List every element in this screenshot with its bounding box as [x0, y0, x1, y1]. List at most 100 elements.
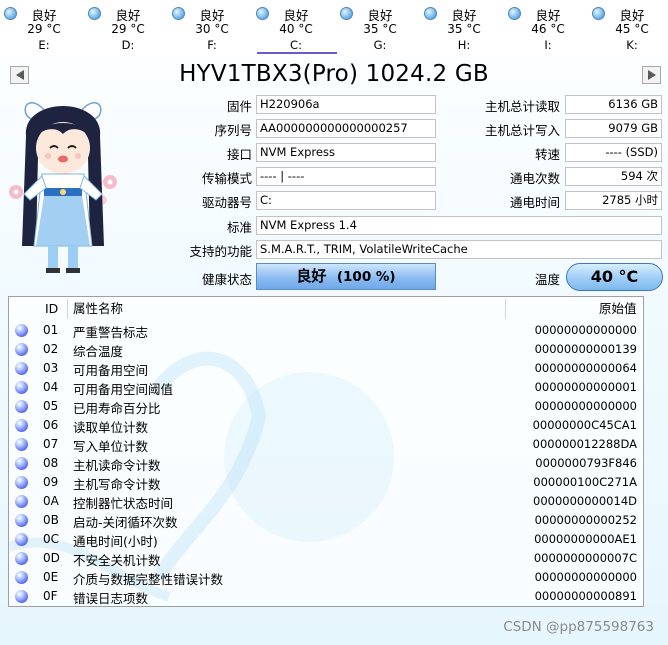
- attribute-raw-value: 00000000000000: [534, 399, 637, 413]
- status-good-icon: [15, 457, 28, 470]
- attribute-id: 0D: [43, 551, 60, 565]
- attribute-id: 0C: [43, 532, 60, 546]
- attribute-id: 01: [43, 323, 59, 337]
- attribute-id: 05: [43, 399, 59, 413]
- table-row[interactable]: 04 可用备用空间阈值 00000000000001: [9, 378, 643, 397]
- attribute-name: 启动-关闭循环次数: [73, 515, 178, 530]
- table-row[interactable]: 03 可用备用空间 00000000000064: [9, 359, 643, 378]
- drive-title: HYV1TBX3(Pro) 1024.2 GB: [179, 61, 489, 87]
- column-divider: [505, 299, 506, 319]
- standard-value: NVM Express 1.4: [256, 216, 662, 235]
- health-status-button[interactable]: 良好 (100 %): [256, 263, 436, 290]
- drive-temp: 35 °C: [447, 22, 481, 36]
- attribute-name: 主机写命令计数: [73, 477, 161, 492]
- attribute-name: 介质与数据完整性错误计数: [73, 572, 224, 587]
- watermark: CSDN @pp875598763: [503, 619, 654, 635]
- health-good-icon: [4, 7, 17, 20]
- table-row[interactable]: 05 已用寿命百分比 00000000000000: [9, 397, 643, 416]
- table-row[interactable]: 02 综合温度 00000000000139: [9, 340, 643, 359]
- drive-letter: K:: [626, 38, 638, 52]
- table-row[interactable]: 09 主机写命令计数 000000100C271A: [9, 473, 643, 492]
- attribute-raw-value: 0000000000014D: [533, 494, 637, 508]
- attribute-name: 写入单位计数: [73, 439, 149, 454]
- attribute-raw-value: 00000000000891: [534, 589, 637, 603]
- table-row[interactable]: 0E 介质与数据完整性错误计数 00000000000000: [9, 568, 643, 587]
- attribute-id: 03: [43, 361, 59, 375]
- drive-tab-c[interactable]: 良好 40 °C C:: [252, 0, 337, 56]
- attribute-id: 08: [43, 456, 59, 470]
- table-row[interactable]: 0B 启动-关闭循环次数 00000000000252: [9, 511, 643, 530]
- next-drive-button[interactable]: [642, 66, 661, 84]
- status-good-icon: [15, 514, 28, 527]
- host-writes-label: 主机总计写入: [484, 123, 560, 138]
- attribute-name: 主机读命令计数: [73, 458, 161, 473]
- table-row[interactable]: 0F 错误日志项数 00000000000891: [9, 587, 643, 606]
- drive-letter: D:: [121, 38, 135, 52]
- drive-letter: H:: [457, 38, 471, 52]
- drive-tab-k[interactable]: 良好 45 °C K:: [588, 0, 668, 56]
- attribute-name: 读取单位计数: [73, 420, 149, 435]
- attribute-raw-value: 0000000000007C: [533, 551, 637, 565]
- health-good-icon: [424, 7, 437, 20]
- host-reads-label: 主机总计读取: [484, 99, 560, 114]
- health-percent: (100 %): [336, 269, 396, 285]
- attribute-name: 不安全关机计数: [73, 553, 161, 568]
- status-good-icon: [15, 476, 28, 489]
- features-value: S.M.A.R.T., TRIM, VolatileWriteCache: [256, 240, 662, 259]
- column-header-raw[interactable]: 原始值: [599, 297, 637, 321]
- attribute-name: 错误日志项数: [73, 591, 149, 606]
- drive-tab-g[interactable]: 良好 35 °C G:: [336, 0, 420, 56]
- temperature-value: 40 °C: [590, 267, 639, 286]
- temperature-label: 温度: [534, 272, 560, 287]
- temperature-button[interactable]: 40 °C: [566, 263, 663, 291]
- drive-tab-f[interactable]: 良好 30 °C F:: [168, 0, 252, 56]
- transfer-mode-label: 传输模式: [201, 171, 252, 186]
- column-divider: [67, 299, 68, 319]
- status-good-icon: [15, 419, 28, 432]
- health-label: 健康状态: [201, 272, 252, 287]
- attribute-raw-value: 00000000000000: [534, 323, 637, 337]
- attribute-id: 06: [43, 418, 59, 432]
- column-header-name[interactable]: 属性名称: [73, 297, 123, 321]
- attribute-name: 严重警告标志: [73, 325, 149, 340]
- attribute-raw-value: 00000000000001: [534, 380, 637, 394]
- drive-tab-h[interactable]: 良好 35 °C H:: [420, 0, 504, 56]
- mascot-illustration: [9, 102, 117, 273]
- table-row[interactable]: 08 主机读命令计数 0000000793F846: [9, 454, 643, 473]
- drive-tab-d[interactable]: 良好 29 °C D:: [84, 0, 168, 56]
- status-good-icon: [15, 438, 28, 451]
- status-good-icon: [15, 381, 28, 394]
- health-good-icon: [256, 7, 269, 20]
- column-header-id[interactable]: ID: [45, 297, 58, 321]
- table-row[interactable]: 01 严重警告标志 00000000000000: [9, 321, 643, 340]
- drive-temp: 46 °C: [531, 22, 565, 36]
- drive-letter: F:: [207, 38, 217, 52]
- table-row[interactable]: 06 读取单位计数 00000000C45CA1: [9, 416, 643, 435]
- drive-tab-i[interactable]: 良好 46 °C I:: [504, 0, 588, 56]
- table-row[interactable]: 0C 通电时间(小时) 00000000000AE1: [9, 530, 643, 549]
- health-good-icon: [340, 7, 353, 20]
- host-writes-value: 9079 GB: [565, 119, 662, 138]
- firmware-label: 固件: [226, 99, 252, 114]
- attribute-raw-value: 000000100C271A: [533, 475, 637, 489]
- drive-letter: C:: [290, 38, 302, 52]
- drive-letter: G:: [373, 38, 387, 52]
- table-row[interactable]: 0A 控制器忙状态时间 0000000000014D: [9, 492, 643, 511]
- status-good-icon: [15, 324, 28, 337]
- table-row[interactable]: 07 写入单位计数 000000012288DA: [9, 435, 643, 454]
- health-good-icon: [592, 7, 605, 20]
- status-good-icon: [15, 362, 28, 375]
- health-status-text: 良好: [296, 267, 327, 285]
- drive-temp: 29 °C: [27, 22, 61, 36]
- table-row[interactable]: 0D 不安全关机计数 0000000000007C: [9, 549, 643, 568]
- drive-letter: I:: [544, 38, 552, 52]
- drive-tab-e[interactable]: 良好 29 °C E:: [0, 0, 84, 56]
- standard-label: 标准: [226, 220, 252, 235]
- attribute-id: 09: [43, 475, 59, 489]
- attribute-id: 02: [43, 342, 59, 356]
- drive-temp: 35 °C: [363, 22, 397, 36]
- drive-temp: 30 °C: [195, 22, 229, 36]
- health-good-icon: [508, 7, 521, 20]
- interface-label: 接口: [226, 147, 252, 162]
- rotation-value: ---- (SSD): [565, 143, 662, 162]
